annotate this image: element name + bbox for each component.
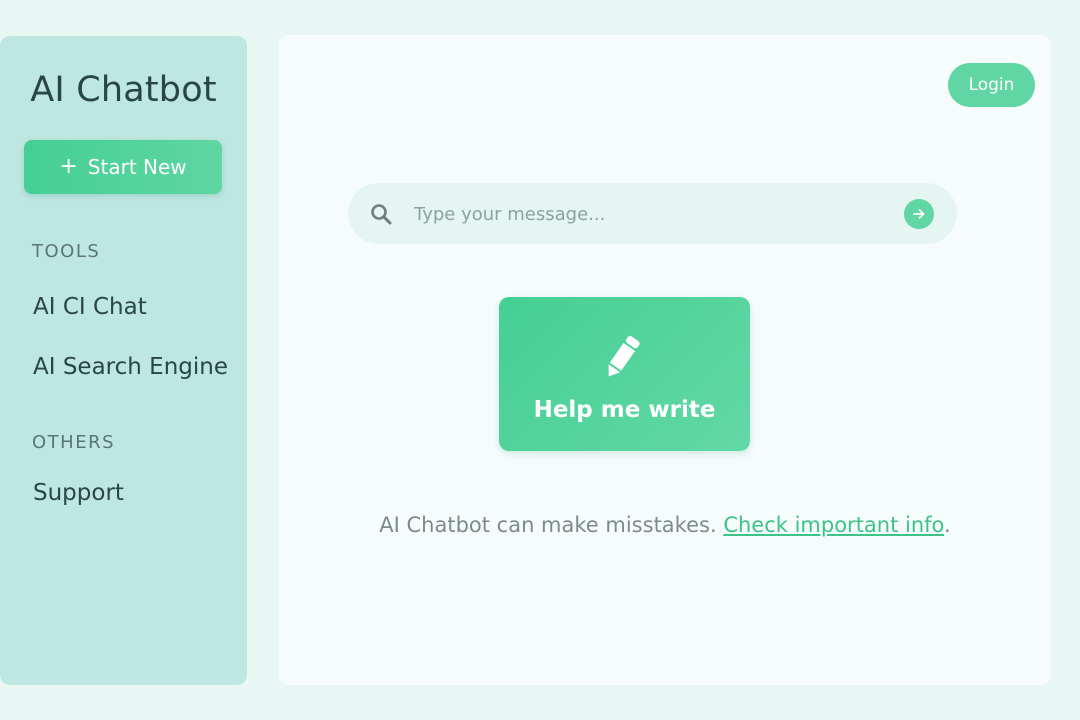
plus-icon: +	[59, 154, 78, 179]
section-label-tools: TOOLS	[32, 241, 101, 262]
send-button[interactable]	[904, 199, 934, 229]
arrow-right-icon	[913, 209, 925, 219]
start-new-label: Start New	[87, 155, 187, 179]
search-icon	[369, 202, 393, 226]
disclaimer-period: .	[944, 513, 951, 537]
help-me-write-label: Help me write	[533, 397, 716, 423]
login-button[interactable]: Login	[948, 63, 1035, 107]
sidebar-item-support[interactable]: Support	[33, 480, 124, 506]
disclaimer-text: AI Chatbot can make misstakes.	[379, 513, 717, 537]
app-title: AI Chatbot	[30, 70, 217, 110]
sidebar-item-ai-ci-chat[interactable]: AI CI Chat	[33, 294, 147, 320]
message-input[interactable]	[412, 197, 886, 232]
sidebar-item-ai-search-engine[interactable]: AI Search Engine	[33, 354, 228, 380]
start-new-button[interactable]: + Start New	[24, 140, 222, 194]
disclaimer: AI Chatbot can make misstakes. Check imp…	[279, 513, 1051, 537]
pencil-icon	[597, 329, 649, 383]
main-panel: Login Help me write	[279, 35, 1051, 685]
message-bar	[348, 183, 957, 244]
section-label-others: OTHERS	[32, 432, 116, 453]
sidebar: AI Chatbot + Start New TOOLS AI CI Chat …	[0, 36, 247, 685]
check-important-info-link[interactable]: Check important info	[723, 513, 944, 537]
help-me-write-card[interactable]: Help me write	[499, 297, 750, 451]
